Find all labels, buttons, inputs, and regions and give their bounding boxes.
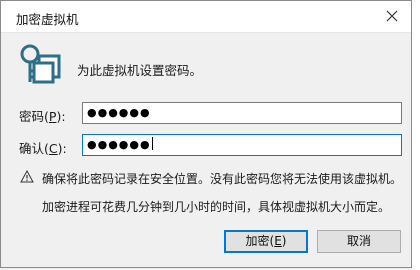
confirm-password-input[interactable]: ●●●●●● (82, 134, 402, 156)
confirm-label: 确认(C): (19, 141, 67, 156)
close-icon (386, 10, 398, 22)
encrypt-button[interactable]: 加密(E) (224, 230, 308, 253)
warning-text: 确保将此密码记录在安全位置。没有此密码您将无法使用该虚拟机。 (42, 172, 403, 186)
encrypt-vm-dialog: 加密虚拟机 为此虚拟机设置密码。 密码(P): ●●●●●● 确认(C): ●●… (0, 0, 412, 268)
warning-triangle-icon (20, 170, 34, 183)
title-bar: 加密虚拟机 (1, 1, 411, 33)
background-window-edge (412, 0, 420, 270)
password-label: 密码(P): (19, 109, 66, 124)
confirm-value: ●●●●●● (87, 138, 151, 151)
prompt-text: 为此虚拟机设置密码。 (77, 63, 203, 78)
text-caret (151, 137, 153, 150)
password-value: ●●●●●● (87, 106, 151, 119)
close-button[interactable] (381, 5, 403, 27)
key-lock-icon (20, 44, 61, 84)
dialog-title: 加密虚拟机 (16, 12, 79, 27)
cancel-button[interactable]: 取消 (317, 230, 401, 253)
duration-note: 加密进程可花费几分钟到几小时的时间，具体视虚拟机大小而定。 (42, 200, 391, 214)
password-input[interactable]: ●●●●●● (82, 102, 402, 124)
